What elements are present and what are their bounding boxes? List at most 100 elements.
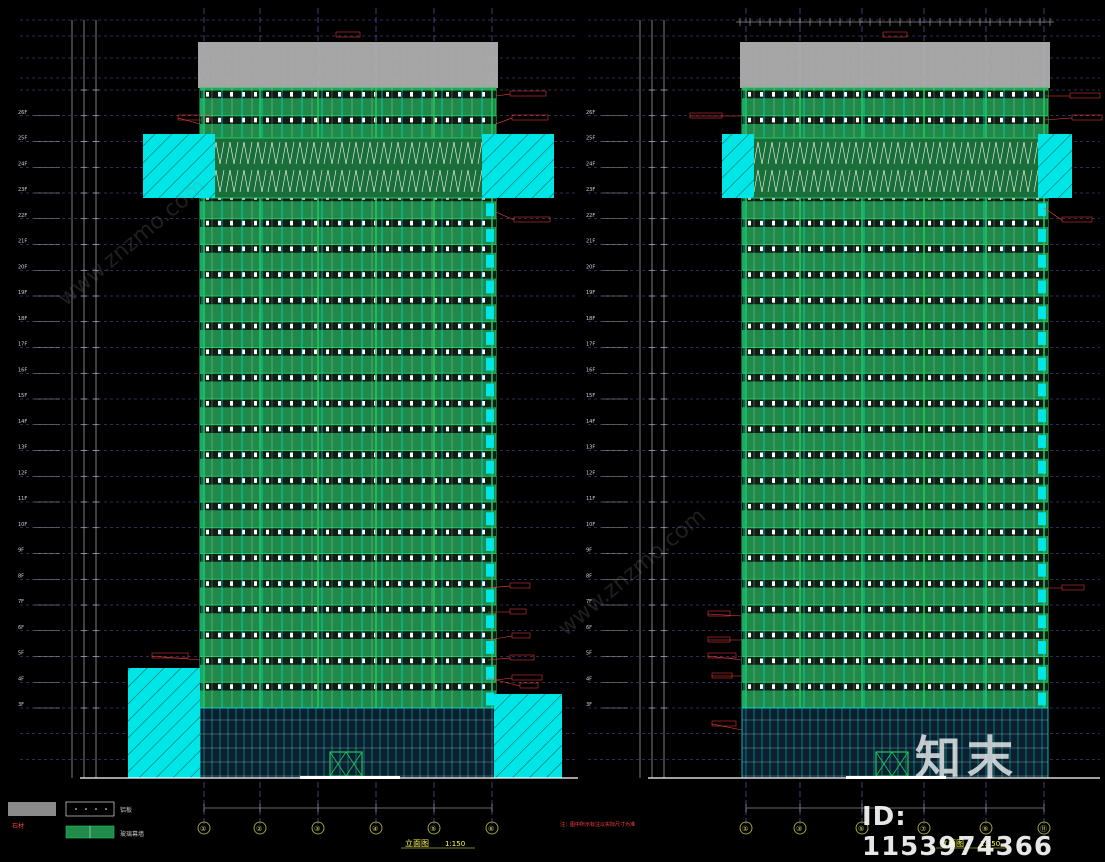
window-dot	[820, 401, 823, 406]
window-dot	[362, 452, 365, 458]
window-dot	[832, 658, 835, 664]
window-dot	[278, 478, 281, 483]
window-dot	[784, 581, 787, 586]
window-dot	[410, 323, 413, 329]
window-dot	[326, 298, 329, 303]
window-dot	[470, 246, 473, 252]
window-dot	[206, 478, 209, 483]
window-dot	[386, 323, 389, 329]
window-dot	[760, 220, 763, 226]
window-dot	[1012, 349, 1015, 355]
window-dot	[338, 632, 341, 638]
window-dot	[254, 658, 257, 664]
window-dot	[760, 401, 763, 406]
window-dot	[362, 298, 365, 303]
window-dot	[230, 607, 233, 612]
window-dot	[868, 220, 871, 226]
window-dot	[398, 426, 401, 432]
window-dot	[916, 581, 919, 586]
window-dot	[844, 323, 847, 329]
window-dot	[458, 349, 461, 355]
window-dot	[904, 298, 907, 303]
window-dot	[458, 426, 461, 432]
window-dot	[362, 478, 365, 483]
window-dot	[784, 529, 787, 535]
window-dot	[820, 632, 823, 638]
window-dot	[278, 426, 281, 432]
window-dot	[808, 246, 811, 252]
window-dot	[952, 504, 955, 509]
window-dot	[446, 684, 449, 689]
window-dot	[832, 684, 835, 689]
window-dot	[772, 555, 775, 561]
window-dot	[904, 478, 907, 483]
window-dot	[266, 92, 269, 97]
window-dot	[398, 581, 401, 586]
window-dot	[784, 504, 787, 509]
window-dot	[314, 92, 317, 97]
window-dot	[892, 529, 895, 535]
window-dot	[832, 92, 835, 97]
window-dot	[230, 632, 233, 638]
skybridge-band	[741, 137, 1049, 199]
window-dot	[266, 246, 269, 252]
window-dot	[892, 684, 895, 689]
window-dot	[350, 246, 353, 252]
window-dot	[796, 298, 799, 303]
window-dot	[976, 452, 979, 458]
window-dot	[302, 452, 305, 458]
window-dot	[302, 632, 305, 638]
window-dot	[1036, 323, 1039, 329]
window-dot	[844, 375, 847, 380]
window-dot	[242, 684, 245, 689]
window-dot	[422, 117, 425, 123]
skybridge-band	[199, 137, 497, 199]
window-dot	[844, 426, 847, 432]
window-dot	[350, 323, 353, 329]
window-dot	[1036, 92, 1039, 97]
window-dot	[266, 272, 269, 277]
side-panel	[1038, 357, 1046, 371]
window-dot	[290, 401, 293, 406]
window-dot	[772, 92, 775, 97]
window-dot	[266, 658, 269, 664]
window-dot	[458, 684, 461, 689]
window-dot	[904, 401, 907, 406]
window-dot	[266, 607, 269, 612]
window-dot	[350, 298, 353, 303]
annotation-tag	[509, 608, 527, 615]
window-dot	[988, 607, 991, 612]
window-dot	[314, 632, 317, 638]
window-dot	[928, 323, 931, 329]
window-dot	[808, 349, 811, 355]
window-dot	[808, 426, 811, 432]
window-dot	[482, 349, 485, 355]
window-dot	[772, 529, 775, 535]
window-dot	[206, 375, 209, 380]
window-dot	[1024, 607, 1027, 612]
window-dot	[760, 272, 763, 277]
window-dot	[338, 452, 341, 458]
window-dot	[976, 607, 979, 612]
window-dot	[748, 684, 751, 689]
window-dot	[398, 478, 401, 483]
window-dot	[410, 632, 413, 638]
window-dot	[1000, 426, 1003, 432]
window-dot	[386, 272, 389, 277]
window-dot	[1036, 581, 1039, 586]
window-dot	[892, 272, 895, 277]
window-dot	[1012, 478, 1015, 483]
window-dot	[760, 684, 763, 689]
window-dot	[290, 92, 293, 97]
window-dot	[916, 117, 919, 123]
window-dot	[410, 478, 413, 483]
window-dot	[1024, 92, 1027, 97]
elevation-scale: 1:150	[445, 840, 465, 848]
window-dot	[482, 375, 485, 380]
window-dot	[1012, 272, 1015, 277]
window-dot	[748, 504, 751, 509]
window-dot	[1024, 323, 1027, 329]
window-dot	[784, 323, 787, 329]
window-dot	[302, 478, 305, 483]
window-dot	[278, 375, 281, 380]
